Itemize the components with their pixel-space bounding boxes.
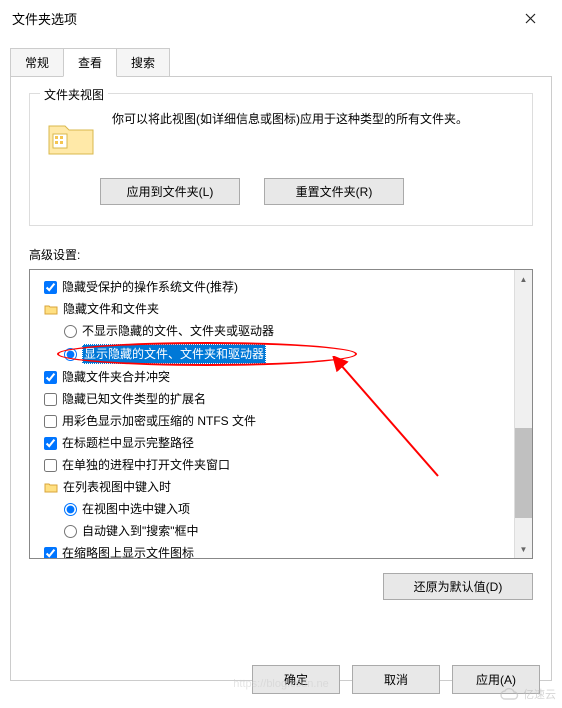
tab-panel-view: 文件夹视图 你可以将此视图(如详细信息或图标)应用于这种类型的所有文件夹。 应用… xyxy=(10,76,552,681)
folder-view-icon xyxy=(44,110,98,164)
radio[interactable] xyxy=(64,503,77,516)
scroll-down-button[interactable]: ▼ xyxy=(515,540,532,558)
item-label: 显示隐藏的文件、文件夹和驱动器 xyxy=(82,344,266,364)
tab-view[interactable]: 查看 xyxy=(63,48,117,77)
radio[interactable] xyxy=(64,525,77,538)
group-title: 文件夹视图 xyxy=(40,86,108,103)
radio[interactable] xyxy=(64,348,77,361)
checkbox[interactable] xyxy=(44,393,57,406)
item-label: 隐藏文件和文件夹 xyxy=(63,300,159,318)
titlebar: 文件夹选项 xyxy=(0,0,562,36)
item-label: 不显示隐藏的文件、文件夹或驱动器 xyxy=(82,322,274,340)
scroll-thumb[interactable] xyxy=(515,428,532,518)
close-icon xyxy=(525,13,536,24)
advanced-settings-list: 隐藏受保护的操作系统文件(推荐) 隐藏文件和文件夹 不显示隐藏的文件、文件夹或驱… xyxy=(29,269,533,559)
tab-general[interactable]: 常规 xyxy=(10,48,64,77)
list-item[interactable]: 在缩略图上显示文件图标 xyxy=(34,542,510,558)
tab-strip: 常规 查看 搜索 xyxy=(0,36,562,77)
list-item-selected[interactable]: 显示隐藏的文件、文件夹和驱动器 xyxy=(34,342,510,366)
checkbox[interactable] xyxy=(44,415,57,428)
folder-icon xyxy=(44,480,58,494)
item-label: 在视图中选中键入项 xyxy=(82,500,190,518)
list-item[interactable]: 在标题栏中显示完整路径 xyxy=(34,432,510,454)
item-label: 隐藏已知文件类型的扩展名 xyxy=(62,390,206,408)
list-item[interactable]: 不显示隐藏的文件、文件夹或驱动器 xyxy=(34,320,510,342)
checkbox[interactable] xyxy=(44,547,57,559)
tab-search[interactable]: 搜索 xyxy=(116,48,170,77)
folder-view-desc: 你可以将此视图(如详细信息或图标)应用于这种类型的所有文件夹。 xyxy=(112,110,468,164)
list-item[interactable]: 隐藏受保护的操作系统文件(推荐) xyxy=(34,276,510,298)
item-label: 在单独的进程中打开文件夹窗口 xyxy=(62,456,230,474)
item-label: 在列表视图中键入时 xyxy=(63,478,171,496)
scrollbar[interactable]: ▲ ▼ xyxy=(514,270,532,558)
close-button[interactable] xyxy=(510,3,550,33)
item-label: 用彩色显示加密或压缩的 NTFS 文件 xyxy=(62,412,256,430)
checkbox[interactable] xyxy=(44,371,57,384)
item-label: 在缩略图上显示文件图标 xyxy=(62,544,194,558)
list-item[interactable]: 用彩色显示加密或压缩的 NTFS 文件 xyxy=(34,410,510,432)
item-label: 自动键入到"搜索"框中 xyxy=(82,522,199,540)
list-item[interactable]: 隐藏已知文件类型的扩展名 xyxy=(34,388,510,410)
advanced-settings-label: 高级设置: xyxy=(29,246,533,263)
cloud-icon xyxy=(499,687,519,701)
scroll-track[interactable] xyxy=(515,288,532,540)
radio[interactable] xyxy=(64,325,77,338)
restore-defaults-button[interactable]: 还原为默认值(D) xyxy=(383,573,533,600)
cancel-button[interactable]: 取消 xyxy=(352,665,440,694)
checkbox[interactable] xyxy=(44,437,57,450)
list-item[interactable]: 隐藏文件夹合并冲突 xyxy=(34,366,510,388)
watermark-url: https://blog.csdn.ne xyxy=(233,678,328,690)
reset-folders-button[interactable]: 重置文件夹(R) xyxy=(264,178,404,205)
item-label: 在标题栏中显示完整路径 xyxy=(62,434,194,452)
apply-to-folders-button[interactable]: 应用到文件夹(L) xyxy=(100,178,240,205)
list-item[interactable]: 隐藏文件和文件夹 xyxy=(34,298,510,320)
window-title: 文件夹选项 xyxy=(12,9,510,28)
checkbox[interactable] xyxy=(44,459,57,472)
list-item[interactable]: 在列表视图中键入时 xyxy=(34,476,510,498)
folder-icon xyxy=(44,302,58,316)
scroll-up-button[interactable]: ▲ xyxy=(515,270,532,288)
list-item[interactable]: 自动键入到"搜索"框中 xyxy=(34,520,510,542)
list-item[interactable]: 在单独的进程中打开文件夹窗口 xyxy=(34,454,510,476)
item-label: 隐藏受保护的操作系统文件(推荐) xyxy=(62,278,238,296)
folder-view-group: 文件夹视图 你可以将此视图(如详细信息或图标)应用于这种类型的所有文件夹。 应用… xyxy=(29,93,533,226)
list-item[interactable]: 在视图中选中键入项 xyxy=(34,498,510,520)
item-label: 隐藏文件夹合并冲突 xyxy=(62,368,170,386)
watermark-brand: 亿速云 xyxy=(499,686,556,702)
checkbox[interactable] xyxy=(44,281,57,294)
